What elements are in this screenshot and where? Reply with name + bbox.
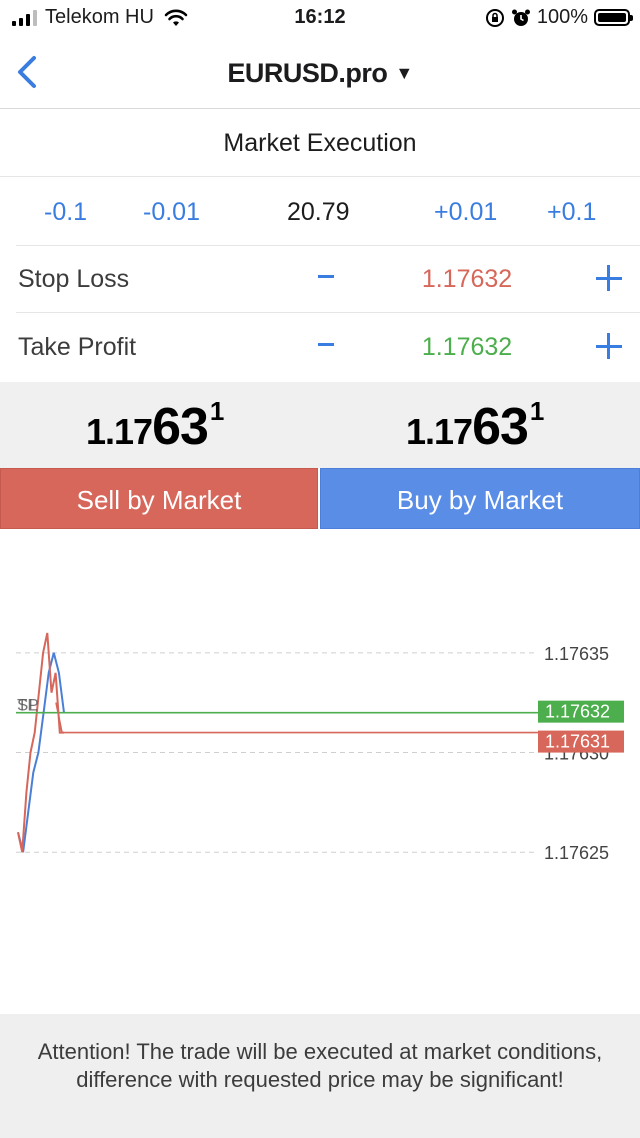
volume-row: -0.1 -0.01 20.79 +0.01 +0.1	[16, 177, 640, 246]
take-profit-row: Take Profit 1.17632	[16, 313, 640, 380]
stop-loss-plus-button[interactable]	[596, 265, 622, 291]
buy-price-pips: 63	[472, 398, 529, 456]
volume-increase-large-button[interactable]: +0.1	[547, 177, 596, 247]
take-profit-label: Take Profit	[18, 333, 137, 361]
sell-by-market-button[interactable]: Sell by Market	[0, 468, 318, 529]
sell-price-prefix: 1.17	[86, 411, 153, 452]
volume-decrease-small-button[interactable]: -0.01	[143, 177, 200, 247]
stop-loss-value[interactable]: 1.17632	[392, 245, 542, 313]
y-tick-label: 1.17635	[544, 644, 609, 664]
buy-by-market-button[interactable]: Buy by Market	[320, 468, 640, 529]
stop-loss-minus-button[interactable]	[318, 275, 334, 278]
stop-loss-label: Stop Loss	[18, 265, 130, 293]
market-execution-warning: Attention! The trade will be executed at…	[37, 1039, 603, 1092]
level-marker-label: TP	[17, 696, 39, 715]
execution-type-selector[interactable]: Market Execution	[0, 110, 640, 177]
symbol-title: EURUSD.pro	[227, 58, 388, 88]
level-price-tag-label: 1.17632	[545, 702, 610, 722]
buy-price-prefix: 1.17	[406, 411, 473, 452]
chevron-down-icon: ▼	[395, 63, 413, 83]
sell-price-fraction: 1	[209, 396, 225, 426]
take-profit-plus-button[interactable]	[596, 333, 622, 359]
volume-value[interactable]: 20.79	[287, 177, 350, 247]
volume-decrease-large-button[interactable]: -0.1	[44, 177, 87, 247]
notice-panel: Attention! The trade will be executed at…	[0, 1014, 640, 1138]
buy-price-fraction: 1	[529, 396, 545, 426]
status-right: 100%	[485, 6, 633, 29]
stop-loss-row: Stop Loss 1.17632	[16, 245, 640, 313]
alarm-icon	[511, 9, 530, 26]
status-bar: Telekom HU 16:12 100%	[0, 0, 640, 36]
tick-chart-svg: 1.176351.176301.176251.176321.17631SLTP	[16, 632, 624, 863]
battery-icon	[594, 9, 633, 26]
take-profit-minus-button[interactable]	[318, 343, 334, 346]
tick-chart: 1.17635 1.17630 1.17625 1.17632 1.17631 SL TP	[0, 530, 640, 1014]
y-tick-label: 1.17625	[544, 843, 609, 863]
nav-bar: EURUSD.pro ▼	[0, 36, 640, 109]
symbol-selector[interactable]: EURUSD.pro ▼	[0, 58, 640, 89]
take-profit-value[interactable]: 1.17632	[392, 313, 542, 381]
battery-percent: 100%	[536, 6, 588, 28]
sell-price-pips: 63	[152, 398, 209, 456]
volume-increase-small-button[interactable]: +0.01	[434, 177, 497, 247]
orientation-lock-icon	[485, 8, 504, 27]
level-price-tag-label: 1.17631	[545, 732, 610, 752]
price-band: 1.17631 1.17631	[0, 382, 640, 468]
sell-price: 1.17631	[86, 396, 225, 457]
buy-price: 1.17631	[406, 396, 545, 457]
